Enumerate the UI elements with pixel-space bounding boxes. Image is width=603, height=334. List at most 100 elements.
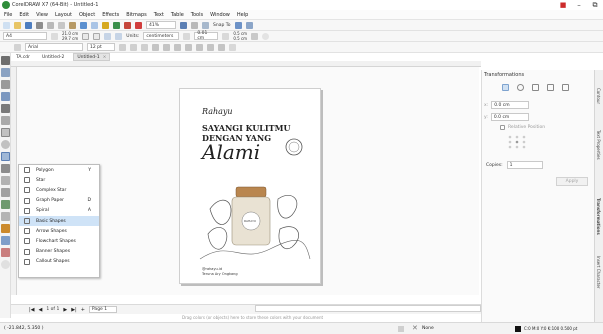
full-screen-icon[interactable]	[180, 21, 187, 29]
bullet-list-icon[interactable]	[163, 43, 170, 51]
menu-help[interactable]: Help	[237, 12, 248, 18]
next-page-icon[interactable]: ▶	[63, 307, 67, 313]
first-page-icon[interactable]: |◀	[29, 307, 35, 313]
restore-button[interactable]: –	[575, 1, 583, 9]
apply-button[interactable]: Apply	[556, 177, 588, 186]
application-launcher-icon[interactable]	[245, 21, 253, 29]
font-select[interactable]: Arial	[25, 43, 83, 51]
scale-icon[interactable]	[532, 84, 539, 91]
menu-effects[interactable]: Effects	[102, 12, 119, 18]
minimize-button[interactable]: ■	[559, 1, 567, 9]
size-icon[interactable]	[547, 84, 554, 91]
document-page[interactable]: Rahayu SAYANGI KULITMU DENGAN YANG Alami…	[179, 88, 321, 284]
position-icon[interactable]	[502, 84, 509, 91]
menu-tools[interactable]: Tools	[191, 12, 203, 18]
dup-y[interactable]: 0.5 cm	[233, 36, 247, 41]
undo-icon[interactable]	[80, 21, 87, 29]
flyout-item-complex-star[interactable]: Complex Star	[19, 185, 99, 195]
paste-icon[interactable]	[69, 21, 76, 29]
nudge-field[interactable]: 0.01 cm	[194, 31, 219, 41]
favorite-icon[interactable]	[229, 43, 236, 51]
landscape-icon[interactable]	[93, 32, 101, 40]
search-content-icon[interactable]	[102, 21, 109, 29]
crop-tool-icon[interactable]	[1, 80, 10, 89]
grid-icon[interactable]	[202, 21, 209, 29]
polygon-tool-icon[interactable]	[1, 152, 10, 161]
docker-tab-insert-character[interactable]: Insert Character	[596, 256, 601, 289]
flyout-item-arrow-shapes[interactable]: Arrow Shapes	[19, 226, 99, 236]
ellipse-tool-icon[interactable]	[1, 140, 10, 149]
zoom-select[interactable]: 41%	[146, 21, 176, 29]
prev-page-icon[interactable]: ◀	[39, 307, 43, 313]
drop-cap-icon[interactable]	[174, 43, 181, 51]
flyout-item-banner-shapes[interactable]: Banner Shapes	[19, 247, 99, 257]
horizontal-text-icon[interactable]	[207, 43, 214, 51]
transparency-tool-icon[interactable]	[1, 212, 10, 221]
flyout-item-callout-shapes[interactable]: Callout Shapes	[19, 257, 99, 267]
snap-to-menu[interactable]: Snap To	[213, 23, 231, 28]
publish-pdf-icon[interactable]	[135, 21, 142, 29]
new-icon[interactable]	[3, 21, 10, 29]
flyout-item-spiral[interactable]: Spiral A	[19, 206, 99, 216]
flyout-item-star[interactable]: Star	[19, 175, 99, 185]
open-icon[interactable]	[14, 21, 21, 29]
docker-tab-transformations[interactable]: Transformations	[596, 198, 601, 235]
bold-icon[interactable]	[119, 43, 126, 51]
menu-bitmaps[interactable]: Bitmaps	[126, 12, 147, 18]
portrait-icon[interactable]	[82, 32, 90, 40]
menu-view[interactable]: View	[36, 12, 48, 18]
import-icon[interactable]	[113, 21, 120, 29]
rectangle-tool-icon[interactable]	[1, 128, 10, 137]
anchor-grid[interactable]	[507, 134, 527, 150]
menu-object[interactable]: Object	[79, 12, 95, 18]
interactive-fill-icon[interactable]	[1, 236, 10, 245]
flyout-item-polygon[interactable]: Polygon Y	[19, 165, 99, 175]
artistic-media-icon[interactable]	[1, 116, 10, 125]
menu-window[interactable]: Window	[210, 12, 230, 18]
eyedropper-tool-icon[interactable]	[1, 224, 10, 233]
zoom-tool-icon[interactable]	[1, 92, 10, 101]
copies-field[interactable]: 1	[506, 161, 543, 169]
docker-tab-text-properties[interactable]: Text Properties	[596, 130, 601, 160]
redo-icon[interactable]	[91, 21, 98, 29]
text-properties-icon[interactable]	[185, 43, 192, 51]
save-icon[interactable]	[25, 21, 32, 29]
options-icon[interactable]	[234, 21, 242, 29]
shape-tool-icon[interactable]	[1, 68, 10, 77]
current-page-icon[interactable]	[115, 32, 123, 40]
close-tab-icon[interactable]: ×	[103, 55, 107, 60]
tab-ta-cdr[interactable]: TA.cdr	[13, 53, 33, 61]
freehand-tool-icon[interactable]	[1, 104, 10, 113]
rotate-icon[interactable]	[517, 84, 524, 91]
menu-file[interactable]: File	[4, 12, 12, 18]
menu-layout[interactable]: Layout	[55, 12, 72, 18]
page-tab[interactable]: Page 1	[88, 306, 117, 313]
connector-tool-icon[interactable]	[1, 188, 10, 197]
y-position-field[interactable]: 0.0 cm	[490, 113, 529, 121]
export-icon[interactable]	[124, 21, 131, 29]
docker-tab-contour[interactable]: Contour	[596, 88, 601, 104]
flyout-item-graph-paper[interactable]: Graph Paper D	[19, 196, 99, 206]
print-icon[interactable]	[36, 21, 43, 29]
tab-untitled-2[interactable]: Untitled-2	[39, 53, 67, 61]
smart-fill-icon[interactable]	[1, 248, 10, 257]
units-select[interactable]: centimeters	[143, 32, 180, 40]
menu-table[interactable]: Table	[171, 12, 184, 18]
pick-tool-icon[interactable]	[1, 56, 10, 65]
page-options-icon[interactable]	[251, 32, 259, 40]
flyout-item-flowchart-shapes[interactable]: Flowchart Shapes	[19, 236, 99, 246]
underline-icon[interactable]	[141, 43, 148, 51]
rulers-icon[interactable]	[191, 21, 198, 29]
relative-position-checkbox[interactable]	[500, 125, 505, 130]
tab-untitled-1[interactable]: Untitled-1 ×	[73, 53, 111, 61]
skew-icon[interactable]	[562, 84, 569, 91]
all-pages-icon[interactable]	[104, 32, 112, 40]
copy-icon[interactable]	[58, 21, 65, 29]
close-button[interactable]: ⧉	[591, 1, 599, 10]
blend-tool-icon[interactable]	[1, 200, 10, 209]
menu-text[interactable]: Text	[154, 12, 164, 18]
vertical-text-icon[interactable]	[218, 43, 225, 51]
page-height[interactable]: 29.7 cm	[62, 36, 78, 41]
edit-text-icon[interactable]	[196, 43, 203, 51]
add-icon[interactable]	[262, 32, 270, 40]
